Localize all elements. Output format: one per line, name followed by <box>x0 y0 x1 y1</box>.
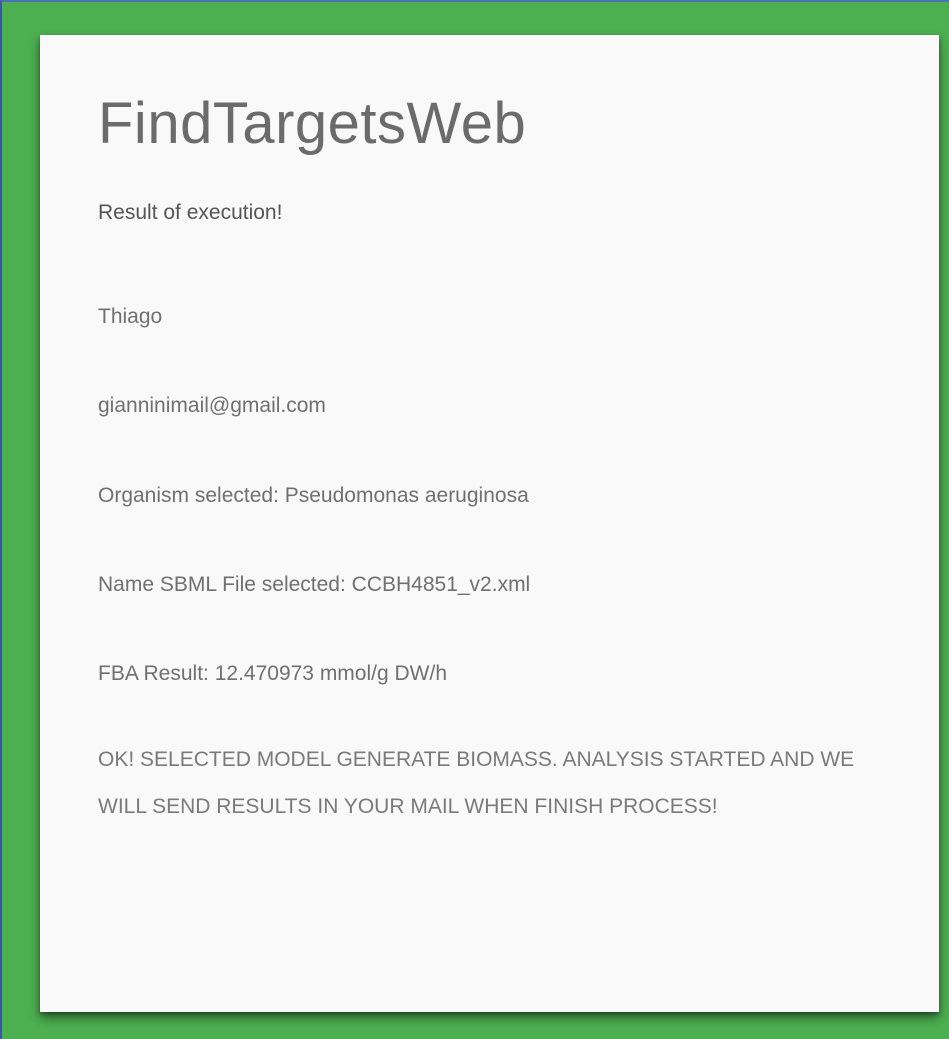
page-title: FindTargetsWeb <box>98 91 527 156</box>
fba-result: FBA Result: 12.470973 mmol/g DW/h <box>98 662 447 685</box>
status-message: OK! SELECTED MODEL GENERATE BIOMASS. ANA… <box>98 748 855 818</box>
result-card: FindTargetsWeb Result of execution! Thia… <box>40 35 939 1012</box>
sbml-file-selected: Name SBML File selected: CCBH4851_v2.xml <box>98 573 531 596</box>
organism-selected: Organism selected: Pseudomonas aeruginos… <box>98 484 529 507</box>
result-heading: Result of execution! <box>98 201 283 224</box>
page-frame: FindTargetsWeb Result of execution! Thia… <box>0 0 949 1039</box>
user-name: Thiago <box>98 305 163 328</box>
user-email: gianninimail@gmail.com <box>98 394 326 417</box>
